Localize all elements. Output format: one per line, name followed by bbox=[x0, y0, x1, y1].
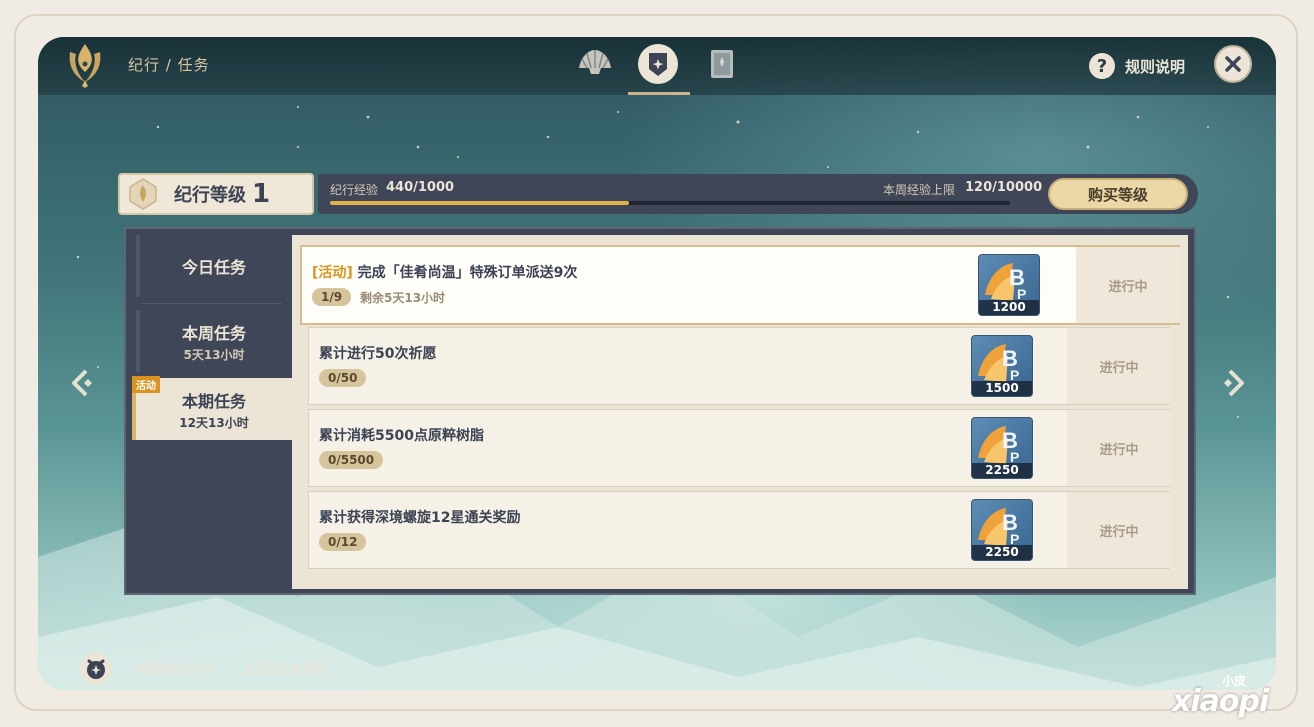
sidebar-item-period[interactable]: 活动 本期任务 12天13小时 bbox=[132, 376, 292, 440]
battle-pass-logo-icon bbox=[69, 44, 101, 88]
quest-time-remaining: 剩余5天13小时 bbox=[360, 291, 446, 305]
sidebar-item-label: 本期任务 bbox=[181, 391, 246, 411]
quest-title-text: 累计进行50次祈愿 bbox=[319, 346, 437, 362]
close-button[interactable] bbox=[1214, 45, 1252, 83]
reward-exp-icon: B P 2250 bbox=[971, 417, 1033, 479]
buy-level-button[interactable]: 购买等级 bbox=[1048, 178, 1188, 210]
reward-amount: 2250 bbox=[972, 545, 1032, 560]
exp-label: 纪行经验 bbox=[330, 183, 379, 197]
clock-emblem-icon bbox=[87, 659, 105, 679]
quest-status: 进行中 bbox=[1067, 328, 1171, 404]
help-icon: ? bbox=[1089, 53, 1115, 79]
exp-progress-track bbox=[330, 201, 1010, 205]
level-label: 纪行等级 bbox=[174, 185, 246, 206]
quest-status: 进行中 bbox=[1067, 492, 1171, 568]
game-screen: 纪行 / 任务 ? 规则说明 纪行等级 1 纪行经验 440/1000 本周经验… bbox=[38, 37, 1276, 690]
reward-amount: 2250 bbox=[972, 463, 1032, 478]
active-tab-indicator bbox=[628, 92, 690, 95]
timer-icon bbox=[80, 653, 112, 685]
chevron-right-icon bbox=[1224, 369, 1244, 397]
divider bbox=[142, 303, 282, 304]
book-icon bbox=[711, 50, 733, 78]
quest-title-text: 完成「佳肴尚温」特殊订单派送9次 bbox=[357, 265, 578, 281]
quest-title: [活动] 完成「佳肴尚温」特殊订单派送9次 bbox=[312, 262, 577, 282]
reward-exp-icon: B P 2250 bbox=[971, 499, 1033, 561]
rules-button[interactable]: ? 规则说明 bbox=[1089, 51, 1185, 81]
watermark-logo: xiaopi bbox=[1172, 684, 1269, 719]
quest-title-text: 累计获得深境螺旋12星通关奖励 bbox=[319, 510, 521, 526]
quest-title-text: 累计消耗5500点原粹树脂 bbox=[319, 428, 484, 444]
experience-bar: 纪行经验 440/1000 本周经验上限 120/10000 购买等级 bbox=[318, 174, 1198, 214]
quest-progress: 0/12 bbox=[319, 533, 367, 551]
reward-exp-icon: B P 1200 bbox=[978, 254, 1040, 316]
reward-amount: 1500 bbox=[972, 381, 1032, 396]
quest-progress: 0/5500 bbox=[319, 451, 384, 469]
previous-page-arrow[interactable] bbox=[70, 369, 92, 397]
sidebar-item-label: 今日任务 bbox=[181, 258, 246, 277]
level-emblem-icon bbox=[129, 178, 157, 210]
weekly-limit-value: 120/10000 bbox=[965, 180, 1043, 195]
rules-label: 规则说明 bbox=[1125, 57, 1186, 76]
exp-value: 440/1000 bbox=[386, 180, 455, 195]
badge-icon bbox=[638, 44, 678, 84]
sidebar-item-timer: 5天13小时 bbox=[183, 347, 245, 362]
quest-status: 进行中 bbox=[1076, 247, 1180, 323]
quest-row[interactable]: 累计获得深境螺旋12星通关奖励 0/12 B P 2250 进行中 bbox=[308, 491, 1171, 569]
sidebar-item-timer: 12天13小时 bbox=[179, 415, 249, 430]
remaining-time-value: 12天13小时 bbox=[245, 662, 326, 678]
quest-row[interactable]: 累计进行50次祈愿 0/50 B P 1500 进行中 bbox=[308, 327, 1171, 405]
quest-progress: 0/50 bbox=[319, 369, 367, 387]
event-badge: 活动 bbox=[132, 376, 160, 393]
quest-status: 进行中 bbox=[1067, 410, 1171, 486]
sidebar-item-daily[interactable]: 今日任务 bbox=[136, 235, 288, 297]
quest-progress: 1/9 bbox=[312, 288, 352, 306]
quest-event-tag: [活动] bbox=[312, 265, 353, 281]
next-page-arrow[interactable] bbox=[1224, 369, 1246, 397]
sidebar-item-label: 本周任务 bbox=[181, 323, 246, 343]
top-bar: 纪行 / 任务 ? 规则说明 bbox=[38, 37, 1276, 95]
tab-tasks[interactable] bbox=[636, 42, 680, 86]
tab-rewards[interactable] bbox=[700, 42, 744, 86]
reward-amount: 1200 bbox=[979, 300, 1039, 315]
shell-icon bbox=[579, 50, 611, 74]
level-value: 1 bbox=[252, 179, 271, 209]
level-box: 纪行等级 1 bbox=[118, 173, 314, 215]
remaining-time-label: 本期剩余时间: bbox=[132, 662, 221, 678]
breadcrumb: 纪行 / 任务 bbox=[128, 56, 210, 74]
tab-shell[interactable] bbox=[573, 42, 617, 86]
task-category-sidebar: 今日任务 本周任务 5天13小时 活动 本期任务 12天13小时 bbox=[132, 235, 292, 446]
reward-exp-icon: B P 1500 bbox=[971, 335, 1033, 397]
weekly-limit-label: 本周经验上限 bbox=[883, 183, 956, 197]
quest-row[interactable]: 累计消耗5500点原粹树脂 0/5500 B P 2250 进行中 bbox=[308, 409, 1171, 487]
quest-row[interactable]: [活动] 完成「佳肴尚温」特殊订单派送9次 1/9 剩余5天13小时 B P 1… bbox=[300, 245, 1180, 325]
quest-list: [活动] 完成「佳肴尚温」特殊订单派送9次 1/9 剩余5天13小时 B P 1… bbox=[292, 235, 1188, 589]
exp-progress-fill bbox=[330, 201, 630, 205]
close-icon bbox=[1225, 56, 1241, 72]
task-panel: 今日任务 本周任务 5天13小时 活动 本期任务 12天13小时 [活动] 完成… bbox=[124, 227, 1196, 595]
sidebar-item-weekly[interactable]: 本周任务 5天13小时 bbox=[136, 310, 288, 372]
chevron-left-icon bbox=[72, 369, 92, 397]
